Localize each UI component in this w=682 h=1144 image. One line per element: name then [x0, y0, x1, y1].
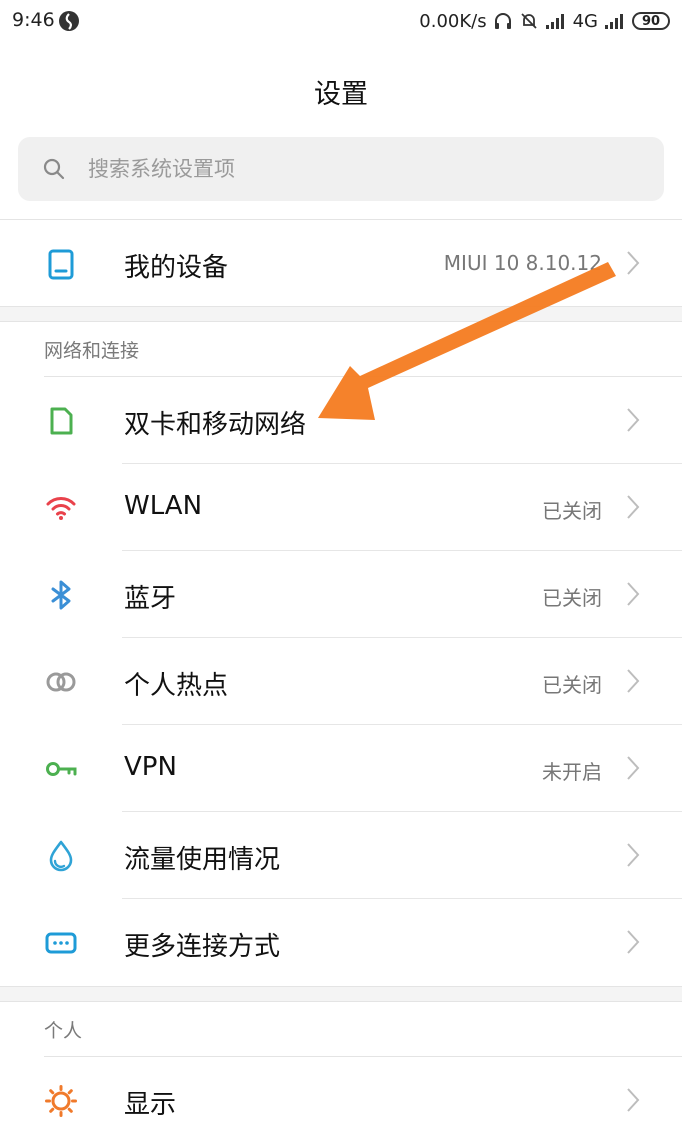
status-indicators: 0.00K/s 4G 90 — [419, 9, 670, 33]
page-title: 设置 — [314, 79, 368, 110]
signal-icon — [545, 14, 564, 29]
section-header-network: 网络和连接 — [44, 340, 140, 362]
status-time: 9:46 — [12, 9, 55, 31]
tablet-icon — [48, 249, 74, 280]
row-label: VPN — [124, 752, 177, 782]
headphones-icon — [494, 13, 511, 29]
row-label: 流量使用情况 — [124, 845, 281, 875]
row-display[interactable]: 显示 — [0, 1057, 682, 1144]
row-value: 已关闭 — [542, 586, 602, 610]
app-notification-icon — [59, 11, 79, 31]
network-speed: 0.00K/s — [419, 10, 487, 32]
mute-bell-icon — [520, 13, 537, 29]
chevron-right-icon — [627, 251, 640, 275]
section-header-personal: 个人 — [44, 1020, 83, 1042]
row-label: 显示 — [124, 1090, 177, 1120]
chevron-right-icon — [627, 843, 640, 867]
search-icon — [43, 158, 65, 180]
battery-icon: 90 — [632, 12, 670, 30]
row-dual-sim[interactable]: 双卡和移动网络 — [0, 377, 682, 464]
display-icon — [45, 1085, 77, 1117]
chevron-right-icon — [627, 756, 640, 780]
row-value: 已关闭 — [542, 499, 602, 523]
divider — [0, 986, 682, 987]
row-value: 未开启 — [542, 760, 602, 784]
vpn-key-icon — [46, 762, 77, 776]
row-bluetooth[interactable]: 蓝牙 已关闭 — [0, 551, 682, 638]
row-label: WLAN — [124, 491, 203, 521]
divider — [0, 321, 682, 322]
row-wlan[interactable]: WLAN 已关闭 — [0, 464, 682, 551]
divider — [0, 1001, 682, 1002]
chevron-right-icon — [627, 582, 640, 606]
status-bar: 9:46 0.00K/s 4G 90 — [0, 0, 682, 44]
chevron-right-icon — [627, 930, 640, 954]
hotspot-icon — [46, 672, 76, 692]
bluetooth-icon — [51, 580, 71, 610]
my-device-label: 我的设备 — [124, 253, 229, 283]
chevron-right-icon — [627, 669, 640, 693]
my-device-version: MIUI 10 8.10.12 — [443, 251, 602, 275]
network-type: 4G — [572, 10, 598, 32]
data-usage-icon — [49, 840, 73, 872]
signal-2-icon — [605, 14, 623, 29]
more-connections-icon — [45, 932, 77, 954]
row-label: 蓝牙 — [124, 584, 177, 614]
wifi-icon — [46, 497, 76, 520]
row-vpn[interactable]: VPN 未开启 — [0, 725, 682, 812]
my-device-row[interactable]: 我的设备 MIUI 10 8.10.12 — [0, 220, 682, 307]
chevron-right-icon — [627, 408, 640, 432]
row-data-usage[interactable]: 流量使用情况 — [0, 812, 682, 899]
row-hotspot[interactable]: 个人热点 已关闭 — [0, 638, 682, 725]
row-label: 双卡和移动网络 — [124, 410, 307, 440]
row-label: 更多连接方式 — [124, 932, 281, 962]
search-bar[interactable] — [18, 137, 664, 201]
row-label: 个人热点 — [124, 671, 229, 701]
sim-card-icon — [50, 407, 73, 435]
chevron-right-icon — [627, 1088, 640, 1112]
divider — [0, 306, 682, 307]
row-more-connections[interactable]: 更多连接方式 — [0, 899, 682, 986]
section-gap — [0, 986, 682, 1002]
chevron-right-icon — [627, 495, 640, 519]
search-input[interactable] — [88, 149, 628, 189]
section-gap — [0, 306, 682, 322]
row-value: 已关闭 — [542, 673, 602, 697]
